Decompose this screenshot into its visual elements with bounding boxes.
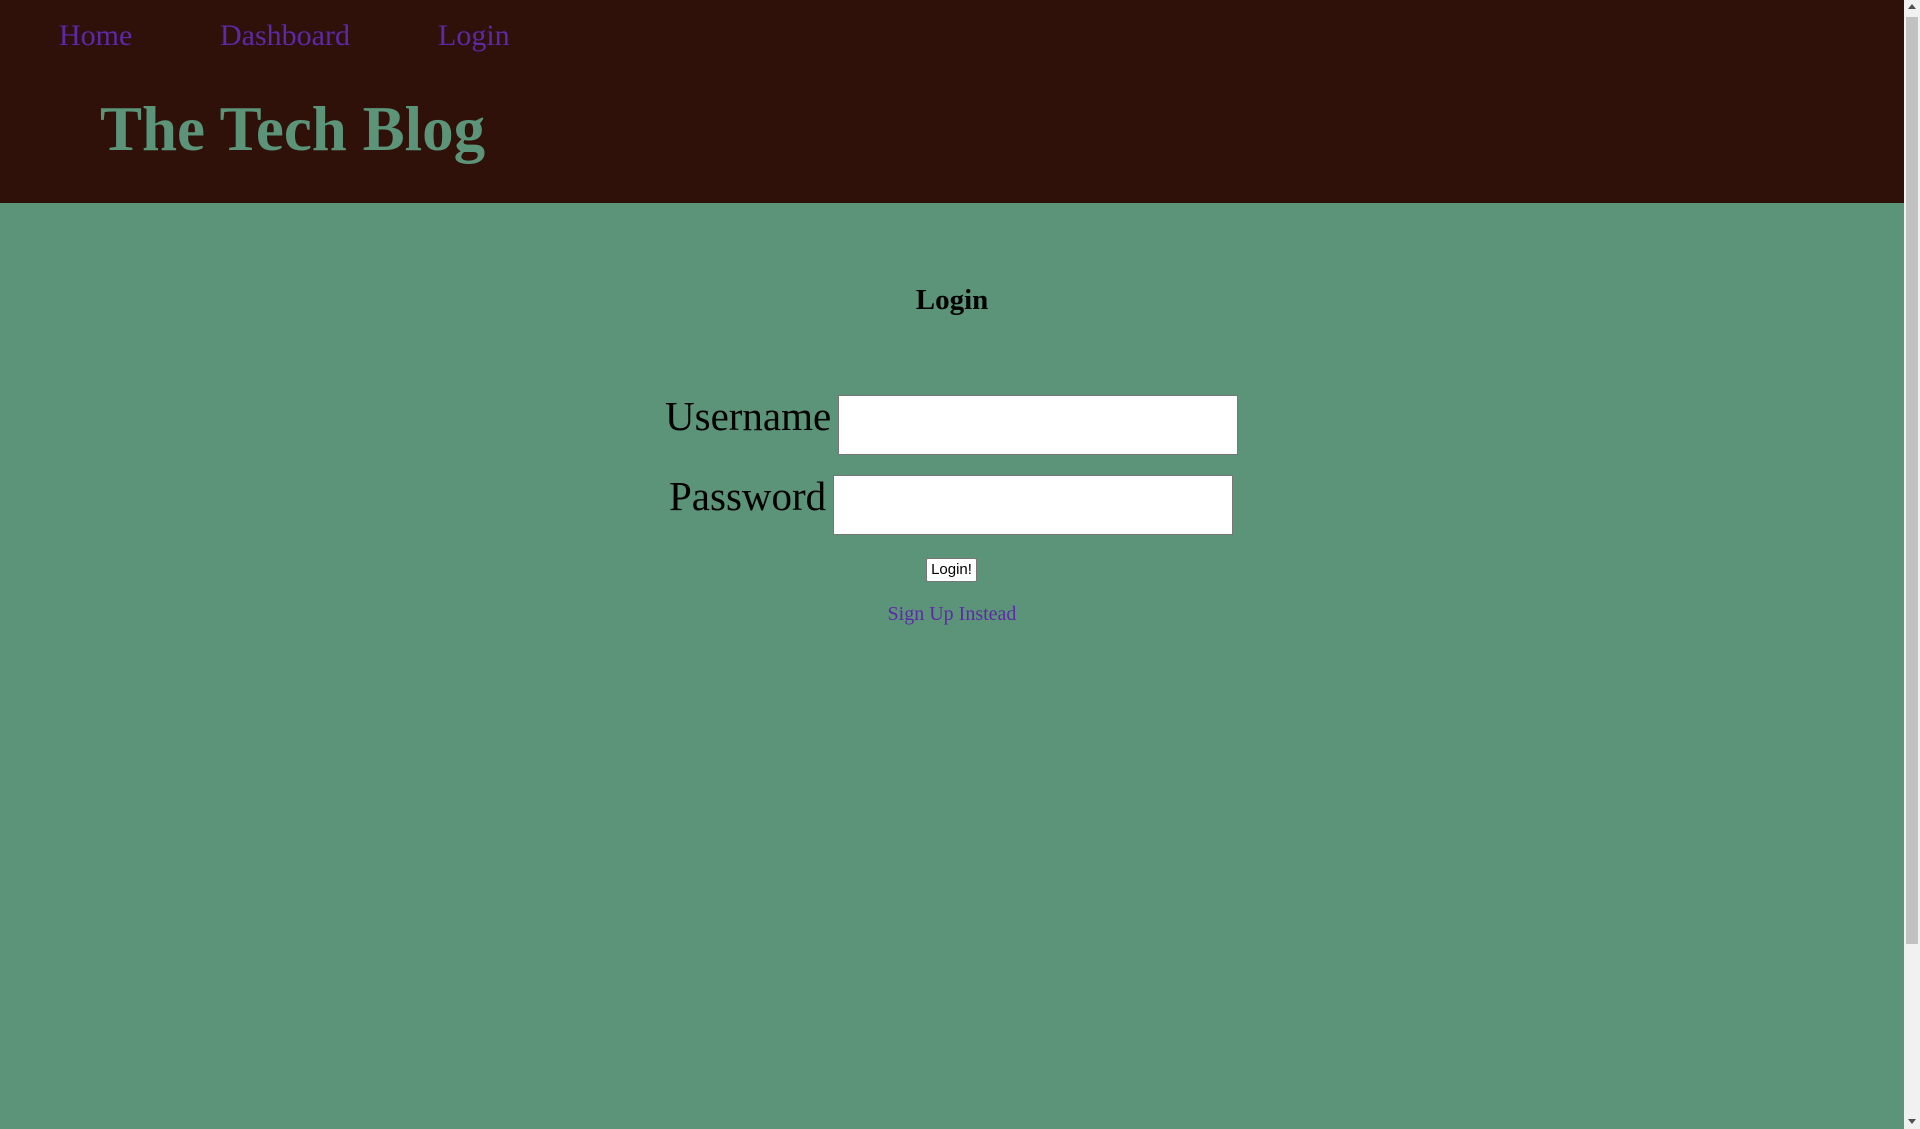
login-heading: Login	[915, 284, 989, 316]
nav-link-login[interactable]: Login	[438, 16, 510, 56]
vertical-scrollbar[interactable]	[1904, 0, 1920, 1129]
site-title: The Tech Blog	[100, 94, 486, 164]
username-input[interactable]	[838, 395, 1238, 455]
signup-link-row: Sign Up Instead	[0, 601, 1904, 627]
scroll-down-arrow-icon[interactable]	[1908, 1119, 1916, 1124]
nav-link-dashboard[interactable]: Dashboard	[220, 16, 350, 56]
password-label: Password	[669, 473, 827, 519]
page: Home Dashboard Login The Tech Blog Login…	[0, 0, 1904, 1129]
scroll-up-arrow-icon[interactable]	[1908, 4, 1916, 9]
scrollbar-thumb[interactable]	[1906, 17, 1918, 944]
login-submit-button[interactable]: Login!	[926, 558, 977, 582]
username-label: Username	[665, 393, 832, 439]
signup-link[interactable]: Sign Up Instead	[888, 603, 1017, 625]
nav-link-home[interactable]: Home	[59, 16, 132, 56]
password-input[interactable]	[833, 475, 1233, 535]
site-header: Home Dashboard Login The Tech Blog	[0, 0, 1904, 203]
